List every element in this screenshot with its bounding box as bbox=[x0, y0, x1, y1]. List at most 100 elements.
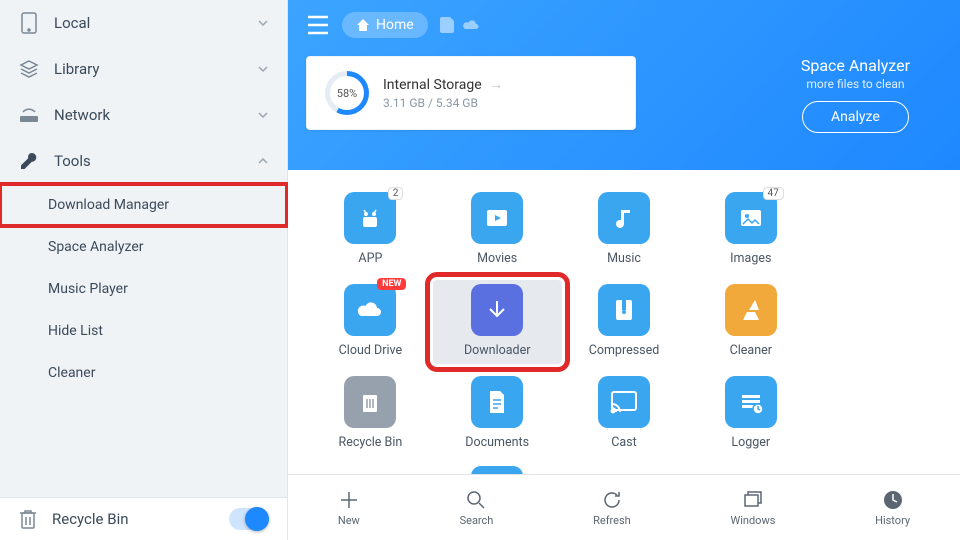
toolbar-windows[interactable]: Windows bbox=[730, 489, 775, 527]
sidebar-sub-download-manager[interactable]: Download Manager bbox=[0, 184, 287, 226]
grid-item-recycle-bin[interactable]: Recycle Bin bbox=[316, 376, 425, 450]
grid-item-logger[interactable]: Logger bbox=[696, 376, 805, 450]
chevron-down-icon bbox=[257, 109, 269, 121]
grid-item-compressed[interactable]: Compressed bbox=[570, 284, 679, 358]
menu-icon[interactable] bbox=[306, 14, 330, 36]
home-icon bbox=[356, 18, 370, 32]
sidebar-item-local[interactable]: Local bbox=[0, 0, 287, 46]
badge: 2 bbox=[388, 187, 404, 200]
sidebar-sub-label: Space Analyzer bbox=[48, 239, 144, 255]
header: Home 58% Internal Storage → 3.11 GB bbox=[288, 0, 960, 170]
grid-item-music[interactable]: Music bbox=[570, 192, 679, 266]
sidebar-sub-space-analyzer[interactable]: Space Analyzer bbox=[0, 226, 287, 268]
grid-label: Cleaner bbox=[730, 343, 772, 358]
toolbar-history[interactable]: History bbox=[875, 489, 910, 527]
main-panel: Home 58% Internal Storage → 3.11 GB bbox=[288, 0, 960, 540]
category-grid: 2 APP Movies Music 47 bbox=[288, 170, 960, 474]
cloud-icon[interactable] bbox=[462, 18, 480, 32]
grid-label: APP bbox=[358, 251, 382, 266]
search-icon bbox=[465, 489, 487, 511]
breadcrumb-home[interactable]: Home bbox=[342, 12, 428, 38]
grid-item-movies[interactable]: Movies bbox=[443, 192, 552, 266]
sidebar-sub-label: Hide List bbox=[48, 323, 103, 339]
play-icon bbox=[471, 192, 523, 244]
router-icon bbox=[18, 104, 40, 126]
sidebar-recycle-row[interactable]: Recycle Bin bbox=[0, 497, 287, 540]
grid-label: Downloader bbox=[464, 343, 531, 358]
arrow-right-icon: → bbox=[489, 77, 503, 93]
sidebar-sub-music-player[interactable]: Music Player bbox=[0, 268, 287, 310]
storage-title: Internal Storage bbox=[383, 77, 482, 93]
toolbar-label: New bbox=[338, 514, 360, 527]
analyze-button[interactable]: Analyze bbox=[802, 101, 909, 133]
grid-label: Music bbox=[607, 251, 641, 266]
sidebar-item-tools[interactable]: Tools bbox=[0, 138, 287, 184]
refresh-icon bbox=[601, 489, 623, 511]
chevron-up-icon bbox=[257, 155, 269, 167]
stack-icon bbox=[18, 58, 40, 80]
recycle-label: Recycle Bin bbox=[52, 510, 229, 528]
grid-item-images[interactable]: 47 Images bbox=[696, 192, 805, 266]
grid-label: Images bbox=[730, 251, 771, 266]
grid-item-app[interactable]: 2 APP bbox=[316, 192, 425, 266]
sidebar-sub-label: Music Player bbox=[48, 281, 128, 297]
android-icon: 2 bbox=[344, 192, 396, 244]
image-icon: 47 bbox=[725, 192, 777, 244]
grid-label: Cloud Drive bbox=[339, 343, 402, 358]
trash-icon bbox=[344, 376, 396, 428]
toolbar-label: Search bbox=[460, 514, 494, 527]
grid-item-cast[interactable]: Cast bbox=[570, 376, 679, 450]
toolbar-new[interactable]: New bbox=[338, 489, 360, 527]
log-icon bbox=[725, 376, 777, 428]
download-icon bbox=[471, 284, 523, 336]
cast-icon bbox=[598, 376, 650, 428]
phone-icon bbox=[18, 12, 40, 34]
grid-label: Documents bbox=[465, 435, 529, 450]
windows-icon bbox=[742, 489, 764, 511]
plus-icon bbox=[338, 489, 360, 511]
grid-partial-row bbox=[316, 466, 932, 474]
sd-icon[interactable] bbox=[440, 17, 454, 33]
bottom-toolbar: New Search Refresh Windows History bbox=[288, 474, 960, 540]
grid-label: Compressed bbox=[589, 343, 660, 358]
storage-pct: 58% bbox=[330, 76, 364, 110]
analyzer-block: Space Analyzer more files to clean Analy… bbox=[801, 56, 910, 133]
document-icon bbox=[471, 376, 523, 428]
chevron-down-icon bbox=[257, 17, 269, 29]
sidebar-item-library[interactable]: Library bbox=[0, 46, 287, 92]
broom-icon bbox=[725, 284, 777, 336]
sidebar-sub-hide-list[interactable]: Hide List bbox=[0, 310, 287, 352]
storage-detail: 3.11 GB / 5.34 GB bbox=[383, 96, 503, 110]
new-badge: NEW bbox=[377, 278, 406, 290]
cloud-drive-icon: NEW bbox=[344, 284, 396, 336]
toolbar-label: History bbox=[875, 514, 910, 527]
storage-ring: 58% bbox=[325, 71, 369, 115]
grid-label: Recycle Bin bbox=[339, 435, 403, 450]
clock-icon bbox=[882, 489, 904, 511]
grid-item-cleaner[interactable]: Cleaner bbox=[696, 284, 805, 358]
toolbar-search[interactable]: Search bbox=[460, 489, 494, 527]
sidebar-sub-cleaner[interactable]: Cleaner bbox=[0, 352, 287, 394]
sidebar-sub-label: Cleaner bbox=[48, 365, 95, 381]
storage-card[interactable]: 58% Internal Storage → 3.11 GB / 5.34 GB bbox=[306, 56, 636, 130]
toolbar-label: Refresh bbox=[593, 514, 631, 527]
sidebar-item-network[interactable]: Network bbox=[0, 92, 287, 138]
grid-label: Logger bbox=[731, 435, 770, 450]
grid-label: Cast bbox=[611, 435, 636, 450]
chevron-down-icon bbox=[257, 63, 269, 75]
grid-item-cloud-drive[interactable]: NEW Cloud Drive bbox=[316, 284, 425, 358]
sidebar: Local Library Network Tools Download bbox=[0, 0, 288, 540]
recycle-toggle[interactable] bbox=[229, 508, 269, 530]
trash-icon bbox=[18, 508, 38, 530]
sidebar-item-label: Tools bbox=[54, 152, 257, 170]
sidebar-item-label: Network bbox=[54, 106, 257, 124]
grid-item-documents[interactable]: Documents bbox=[443, 376, 552, 450]
sidebar-sub-label: Download Manager bbox=[48, 197, 169, 213]
toolbar-refresh[interactable]: Refresh bbox=[593, 489, 631, 527]
sidebar-item-label: Library bbox=[54, 60, 257, 78]
grid-item-downloader[interactable]: Downloader bbox=[433, 280, 562, 364]
home-label: Home bbox=[376, 17, 414, 33]
zip-icon bbox=[598, 284, 650, 336]
badge: 47 bbox=[763, 187, 784, 200]
music-note-icon bbox=[598, 192, 650, 244]
